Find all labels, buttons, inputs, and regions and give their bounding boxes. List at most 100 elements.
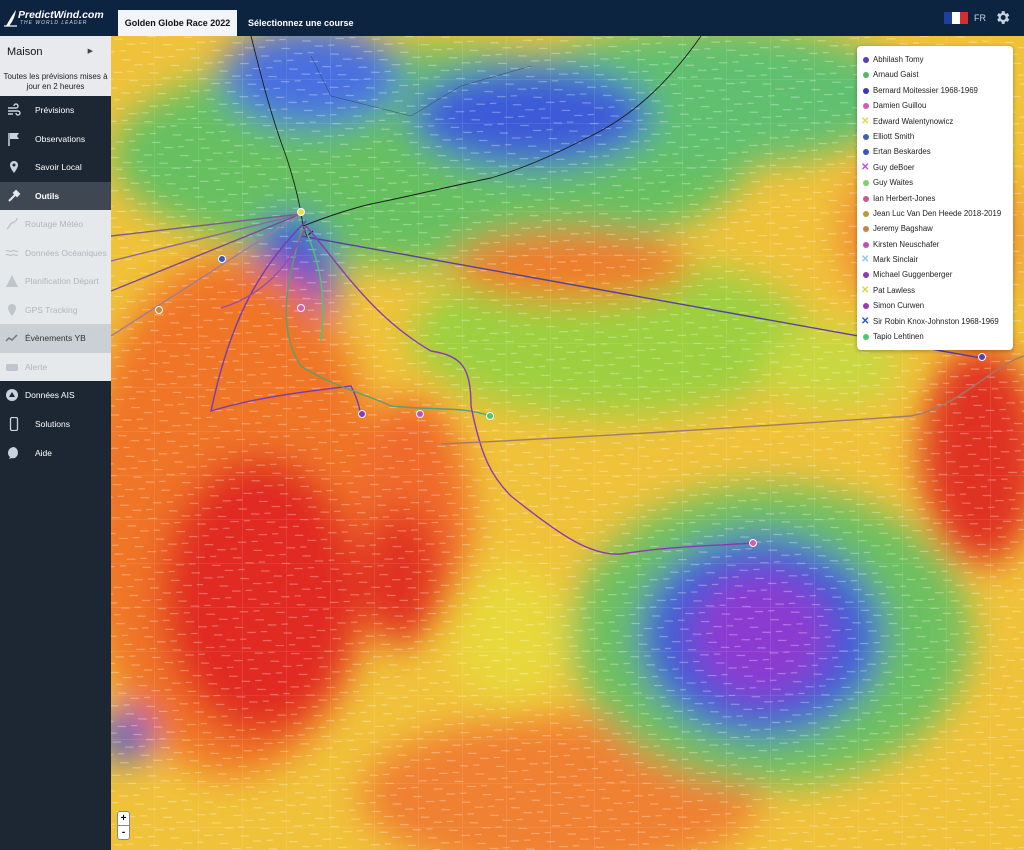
dot-marker-icon	[863, 303, 869, 310]
sidebar-home-label: Maison	[7, 46, 43, 58]
legend-label: Jeremy Bagshaw	[873, 224, 933, 234]
ais-icon	[6, 389, 18, 401]
legend-label: Guy Waites	[873, 178, 914, 188]
legend-item[interactable]: Ian Herbert-Jones	[857, 191, 1013, 206]
legend-item[interactable]: ✕ Edward Walentynowicz	[857, 114, 1013, 129]
legend-item[interactable]: Ertan Beskardes	[857, 144, 1013, 159]
sidebar-item-evenements-yb[interactable]: Évènements YB	[0, 324, 111, 353]
dot-marker-icon	[863, 57, 869, 63]
sidebar-item-alerte[interactable]: Alerte	[0, 352, 111, 381]
map-pin-icon	[10, 161, 18, 173]
dot-marker-icon	[863, 72, 869, 79]
legend-item[interactable]: Damien Guillou	[857, 98, 1013, 113]
chevron-right-icon: ▶	[87, 48, 93, 55]
legend-label: Jean Luc Van Den Heede 2018-2019	[873, 208, 1002, 218]
legend-item[interactable]: Tapio Lehtinen	[857, 329, 1013, 344]
x-marker-icon: ✕	[861, 115, 870, 127]
legend-item[interactable]: ✕ Sir Robin Knox-Johnston 1968-1969	[857, 314, 1013, 329]
x-marker-icon: ✕	[861, 315, 870, 327]
legend-item[interactable]: Jean Luc Van Den Heede 2018-2019	[857, 206, 1013, 221]
legend-item[interactable]: Arnaud Gaist	[857, 67, 1013, 82]
select-course-tab[interactable]: Sélectionnez une course	[248, 10, 354, 36]
legend-label: Arnaud Gaist	[873, 70, 919, 80]
dot-marker-icon	[863, 87, 869, 94]
legend-label: Sir Robin Knox-Johnston 1968-1969	[873, 316, 999, 326]
sidebar-item-solutions[interactable]: Solutions	[0, 410, 111, 439]
predictwind-logo[interactable]: PredictWind.com THE WORLD LEADER	[4, 7, 104, 29]
sidebar-item-donnees-ais[interactable]: Données AIS	[0, 381, 111, 410]
gear-icon[interactable]	[994, 9, 1011, 26]
dot-marker-icon	[863, 241, 869, 248]
legend-label: Michael Guggenberger	[873, 270, 953, 280]
dot-marker-icon	[863, 195, 869, 202]
legend-label: Bernard Moitessier 1968-1969	[873, 85, 978, 95]
dot-marker-icon	[863, 210, 869, 217]
warning-icon	[6, 275, 18, 287]
legend-label: Guy deBoer	[873, 162, 915, 172]
waves-icon	[5, 249, 19, 256]
language-selector[interactable]: FR	[974, 12, 986, 24]
dot-marker-icon	[863, 334, 869, 341]
tab-golden-globe-race[interactable]: Golden Globe Race 2022	[118, 10, 237, 36]
phone-icon	[9, 417, 19, 431]
legend-label: Damien Guillou	[873, 101, 927, 111]
dot-marker-icon	[863, 180, 869, 187]
legend-item[interactable]: Jeremy Bagshaw	[857, 221, 1013, 236]
sailor-legend: Abhilash Tomy Arnaud Gaist Bernard Moitess…	[857, 46, 1013, 350]
help-icon	[8, 446, 18, 459]
sidebar-item-savoir-local[interactable]: Savoir Local	[0, 153, 111, 182]
location-icon	[8, 303, 16, 316]
legend-item[interactable]: Elliott Smith	[857, 129, 1013, 144]
sidebar: Maison ▶ Toutes les prévisions mises à j…	[0, 36, 111, 850]
legend-label: Ertan Beskardes	[873, 147, 931, 157]
sidebar-home[interactable]: Maison ▶	[0, 36, 111, 68]
sidebar-item-aide[interactable]: Aide	[0, 438, 111, 467]
x-marker-icon: ✕	[861, 254, 870, 266]
french-flag-icon[interactable]	[944, 12, 968, 24]
sidebar-item-planification-depart[interactable]: Planification Départ	[0, 267, 111, 296]
sidebar-item-previsions[interactable]: Prévisions	[0, 96, 111, 125]
legend-label: Abhilash Tomy	[873, 55, 924, 64]
flag-icon	[8, 132, 19, 146]
dot-marker-icon	[863, 226, 869, 233]
sail-logo-icon	[4, 10, 17, 27]
forecast-update-note: Toutes les prévisions mises à jour en 2 …	[0, 68, 111, 96]
sidebar-item-routage-meteo[interactable]: Routage Météo	[0, 210, 111, 239]
legend-label: Elliott Smith	[873, 131, 915, 141]
legend-label: Kirsten Neuschafer	[873, 239, 940, 249]
x-marker-icon: ✕	[861, 161, 870, 173]
sidebar-item-observations[interactable]: Observations	[0, 124, 111, 153]
dot-marker-icon	[863, 103, 869, 110]
legend-item[interactable]: Simon Curwen	[857, 298, 1013, 313]
event-icon	[5, 334, 18, 342]
wind-icon	[8, 103, 21, 116]
legend-item[interactable]: ✕ Pat Lawless	[857, 283, 1013, 298]
legend-label: Tapio Lehtinen	[873, 332, 924, 342]
sidebar-item-donnees-oceaniques[interactable]: Données Océaniques	[0, 238, 111, 267]
legend-label: Simon Curwen	[873, 301, 925, 311]
tools-icon	[8, 189, 21, 202]
legend-item[interactable]: ✕ Mark Sinclair	[857, 252, 1013, 267]
route-icon	[6, 217, 18, 230]
alert-icon	[6, 363, 18, 371]
zoom-in-button[interactable]: +	[118, 812, 129, 826]
logo-tagline: THE WORLD LEADER	[20, 20, 88, 26]
legend-item[interactable]: Abhilash Tomy	[857, 52, 1013, 67]
legend-label: Ian Herbert-Jones	[873, 193, 936, 203]
legend-item[interactable]: Kirsten Neuschafer	[857, 237, 1013, 252]
sidebar-item-gps-tracking[interactable]: GPS Tracking	[0, 295, 111, 324]
legend-item[interactable]: Guy Waites	[857, 175, 1013, 190]
legend-item[interactable]: ✕ Guy deBoer	[857, 160, 1013, 175]
dot-marker-icon	[863, 133, 869, 140]
legend-item[interactable]: Michael Guggenberger	[857, 267, 1013, 282]
legend-label: Edward Walentynowicz	[873, 116, 954, 126]
dot-marker-icon	[863, 149, 869, 156]
legend-label: Pat Lawless	[873, 285, 916, 295]
top-navigation-bar: PredictWind.com THE WORLD LEADER Golden …	[0, 0, 1024, 36]
sidebar-item-outils[interactable]: Outils	[0, 181, 111, 210]
zoom-control: + -	[117, 811, 130, 840]
legend-item[interactable]: Bernard Moitessier 1968-1969	[857, 83, 1013, 98]
zoom-out-button[interactable]: -	[118, 826, 129, 840]
x-marker-icon: ✕	[861, 284, 870, 296]
dot-marker-icon	[863, 272, 869, 279]
